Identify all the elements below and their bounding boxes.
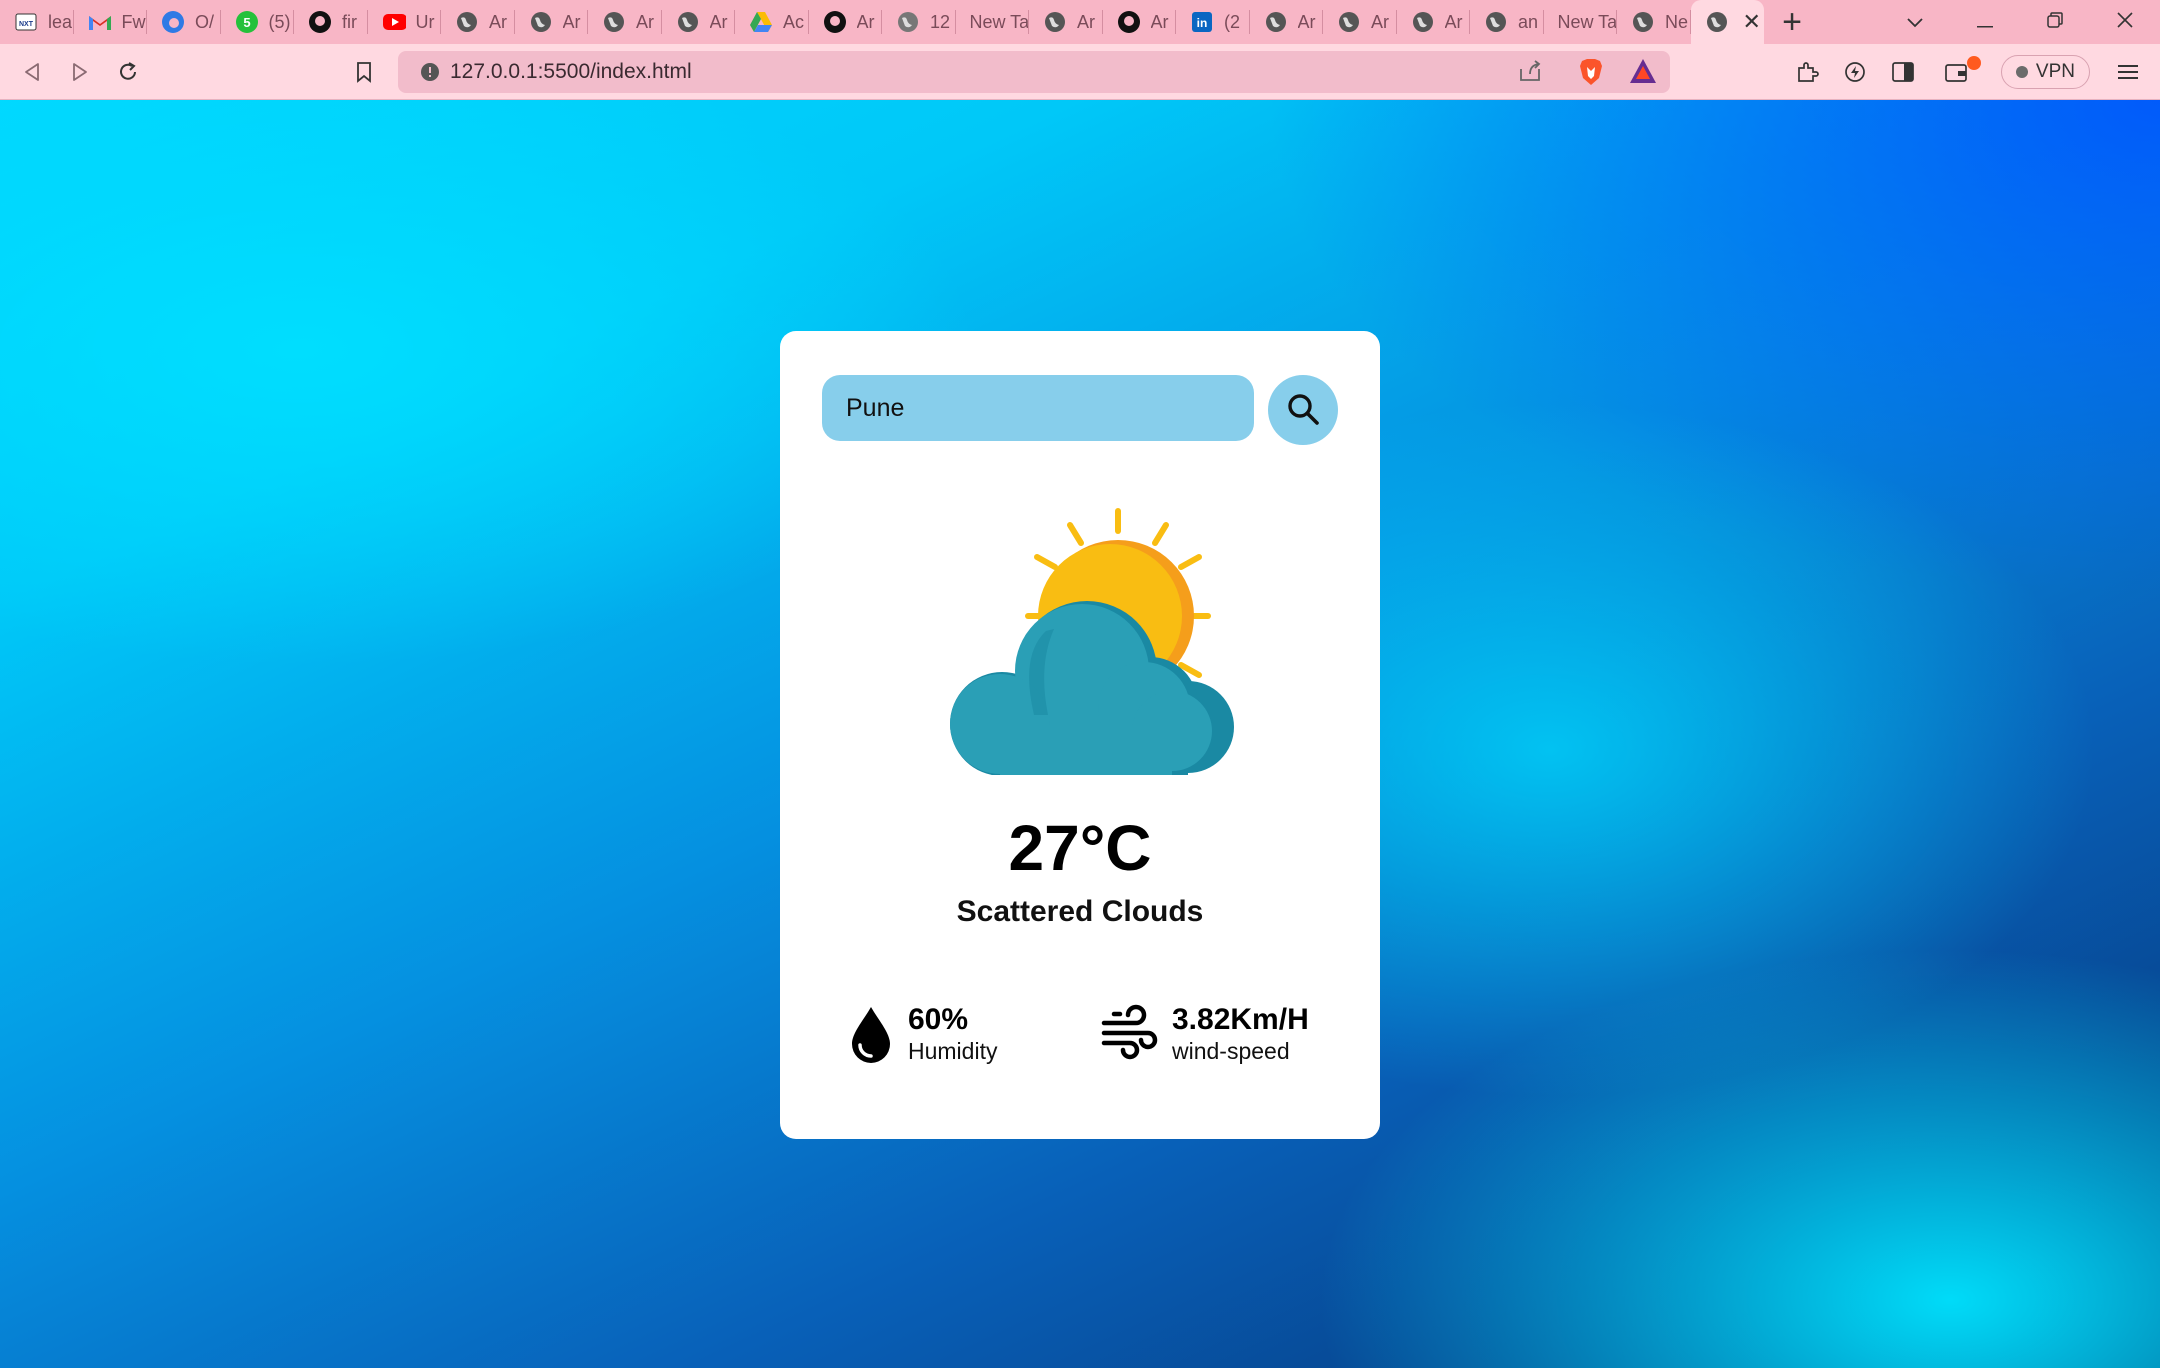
globe-icon: [1043, 10, 1067, 34]
humidity-drop-icon: [848, 1003, 894, 1070]
drive-icon: [749, 10, 773, 34]
leo-ai-icon[interactable]: [1831, 48, 1879, 96]
browser-tab[interactable]: Ar: [441, 0, 515, 44]
browser-tab[interactable]: Ar: [662, 0, 736, 44]
close-window-icon[interactable]: [2090, 9, 2160, 35]
wallet-icon[interactable]: [1927, 48, 1987, 96]
browser-tab[interactable]: Ar: [1103, 0, 1177, 44]
browser-tab[interactable]: NXT lea: [0, 0, 74, 44]
edge-icon: [161, 10, 185, 34]
close-tab-icon[interactable]: ✕: [1743, 9, 1761, 35]
browser-tab[interactable]: O/: [147, 0, 221, 44]
browser-tab[interactable]: Ac: [735, 0, 809, 44]
new-tab-button[interactable]: +: [1764, 0, 1820, 44]
browser-tab[interactable]: 5 (5): [221, 0, 295, 44]
weather-details: 60% Humidity 3.82Km/H wind-speed: [780, 1003, 1380, 1083]
globe-icon: [1631, 10, 1655, 34]
page-viewport: 27°C Scattered Clouds 60% Humidity 3.82K…: [0, 100, 2160, 1368]
github-icon: [1117, 10, 1141, 34]
partly-cloudy-icon: [922, 505, 1238, 776]
tab-bar: NXT lea Fw O/ 5 (5) fir Ur Ar Ar Ar Ar Ac …: [0, 0, 2160, 44]
tab-strip: NXT lea Fw O/ 5 (5) fir Ur Ar Ar Ar Ar Ac …: [0, 0, 1764, 44]
browser-tab[interactable]: Ar: [1323, 0, 1397, 44]
site-info-icon[interactable]: [410, 62, 450, 82]
browser-tab[interactable]: fir: [294, 0, 368, 44]
globe-icon: [455, 10, 479, 34]
weather-condition: Scattered Clouds: [956, 895, 1204, 928]
youtube-icon: [382, 10, 406, 34]
globe-icon: [676, 10, 700, 34]
address-bar[interactable]: 127.0.0.1:5500/index.html: [398, 51, 1670, 93]
whatsapp-icon: 5: [235, 10, 259, 34]
svg-text:NXT: NXT: [19, 21, 34, 28]
wind-speed-value: 3.82Km/H: [1172, 1003, 1309, 1036]
browser-tab[interactable]: Ar: [515, 0, 589, 44]
browser-tab[interactable]: New Ta: [956, 0, 1029, 44]
browser-tab[interactable]: in (2: [1176, 0, 1250, 44]
share-icon[interactable]: [1518, 59, 1544, 88]
bookmark-button[interactable]: [340, 48, 388, 96]
globe-icon: [529, 10, 553, 34]
back-button[interactable]: [8, 48, 56, 96]
search-row: [822, 375, 1338, 445]
browser-tab[interactable]: New Ta: [1544, 0, 1617, 44]
wind-speed-label: wind-speed: [1172, 1038, 1290, 1064]
temperature-value: 27°C: [1008, 812, 1152, 884]
linkedin-icon: in: [1190, 10, 1214, 34]
browser-tab[interactable]: Fw: [74, 0, 148, 44]
window-controls: [1880, 0, 2160, 44]
wind-detail: 3.82Km/H wind-speed: [1100, 1003, 1309, 1066]
globe-icon: [1484, 10, 1508, 34]
wind-icon: [1100, 1003, 1158, 1066]
reload-button[interactable]: [104, 48, 152, 96]
globe-icon: [602, 10, 626, 34]
github-icon: [823, 10, 847, 34]
browser-tab[interactable]: Ur: [368, 0, 442, 44]
brave-shield-icon[interactable]: [1578, 57, 1604, 92]
wind-text: 3.82Km/H wind-speed: [1172, 1003, 1309, 1065]
humidity-value: 60%: [908, 1003, 969, 1036]
vpn-status-icon: [2015, 66, 2028, 78]
globe-icon: [1411, 10, 1435, 34]
globe-icon: [1337, 10, 1361, 34]
github-icon: [308, 10, 332, 34]
nxtwave-icon: NXT: [14, 10, 38, 34]
sidebar-icon[interactable]: [1879, 48, 1927, 96]
wallet-notification-badge: [1966, 56, 1981, 70]
browser-tab[interactable]: Ar: [1397, 0, 1471, 44]
browser-tab[interactable]: Ar: [1250, 0, 1324, 44]
extensions-icon[interactable]: [1783, 48, 1831, 96]
globe-icon: [1705, 10, 1729, 34]
restore-icon[interactable]: [2020, 9, 2090, 35]
browser-tab[interactable]: Ne: [1617, 0, 1691, 44]
search-icon: [1286, 392, 1320, 429]
menu-icon[interactable]: [2104, 48, 2152, 96]
browser-toolbar: 127.0.0.1:5500/index.html VPN: [0, 44, 2160, 100]
globe-icon: [896, 10, 920, 34]
url-text: 127.0.0.1:5500/index.html: [450, 60, 692, 83]
gmail-icon: [88, 10, 112, 34]
minimize-icon[interactable]: [1950, 9, 2020, 35]
tab-search-chevron-icon[interactable]: [1880, 9, 1950, 35]
browser-tab[interactable]: Ar: [1029, 0, 1103, 44]
humidity-label: Humidity: [908, 1038, 998, 1064]
svg-text:in: in: [1197, 16, 1208, 30]
humidity-text: 60% Humidity: [908, 1003, 997, 1065]
vpn-label: VPN: [2035, 61, 2075, 82]
brave-rewards-icon[interactable]: [1628, 57, 1658, 90]
vpn-button[interactable]: VPN: [2000, 55, 2090, 89]
globe-icon: [1264, 10, 1288, 34]
browser-tab[interactable]: Ar: [588, 0, 662, 44]
humidity-detail: 60% Humidity: [848, 1003, 997, 1070]
weather-card: 27°C Scattered Clouds 60% Humidity 3.82K…: [780, 331, 1380, 1139]
forward-button[interactable]: [56, 48, 104, 96]
city-search-input[interactable]: [822, 375, 1254, 441]
svg-text:5: 5: [243, 15, 250, 30]
browser-tab-active[interactable]: ✕: [1690, 0, 1764, 44]
browser-tab[interactable]: 12: [882, 0, 956, 44]
browser-tab[interactable]: an: [1470, 0, 1544, 44]
toolbar-right: VPN: [1783, 44, 2160, 100]
search-button[interactable]: [1268, 375, 1338, 445]
browser-tab[interactable]: Ar: [809, 0, 883, 44]
